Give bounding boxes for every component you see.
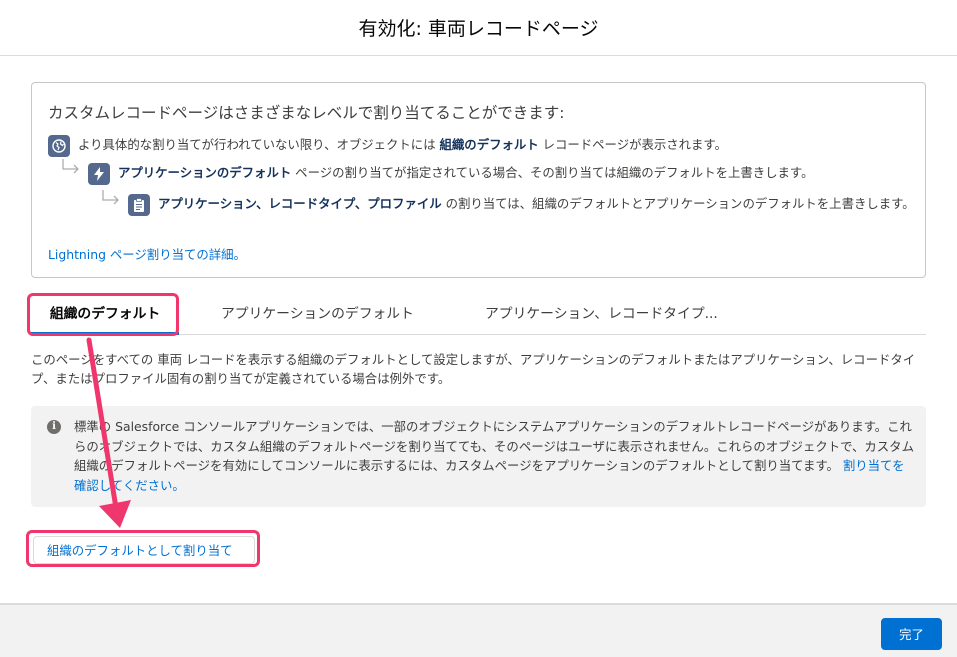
console-notice: i 標準の Salesforce コンソールアプリケーションでは、一部のオブジェ… — [31, 406, 926, 507]
globe-icon — [48, 135, 70, 157]
app-record-type-bold: アプリケーション、レコードタイプ、プロファイル — [158, 196, 442, 211]
lightning-assignment-detail-link[interactable]: Lightning ページ割り当ての詳細。 — [48, 245, 246, 263]
tab-app-record-type-profile[interactable]: アプリケーション、レコードタイプ... — [485, 295, 718, 335]
tab-org-default[interactable]: 組織のデフォルト — [31, 295, 179, 335]
org-default-bold: 組織のデフォルト — [439, 137, 539, 152]
org-default-row: より具体的な割り当てが行われていない限り、オブジェクトには 組織のデフォルト レ… — [48, 135, 908, 157]
assign-org-default-button[interactable]: 組織のデフォルトとして割り当て — [33, 536, 255, 564]
clipboard-icon — [128, 194, 150, 216]
app-default-bold: アプリケーションのデフォルト — [118, 165, 292, 180]
org-default-post: レコードページが表示されます。 — [538, 137, 727, 152]
assignment-tabs: 組織のデフォルト アプリケーションのデフォルト アプリケーション、レコードタイプ… — [31, 295, 926, 335]
app-record-type-post: の割り当ては、組織のデフォルトとアプリケーションのデフォルトを上書きします。 — [441, 196, 915, 211]
elbow-arrow-icon — [60, 159, 82, 177]
info-icon: i — [47, 420, 61, 434]
org-default-pre: より具体的な割り当てが行われていない限り、オブジェクトには — [78, 137, 440, 152]
modal-footer: 完了 — [0, 603, 957, 657]
org-default-description: このページをすべての 車両 レコードを表示する組織のデフォルトとして設定しますが… — [31, 352, 916, 386]
lightning-icon — [88, 163, 110, 185]
info-heading: カスタムレコードページはさまざまなレベルで割り当てることができます: — [48, 104, 565, 122]
done-button[interactable]: 完了 — [881, 618, 942, 650]
elbow-arrow-icon — [100, 190, 122, 208]
modal-title: 有効化: 車両レコードページ — [358, 18, 599, 40]
app-default-post: ページの割り当てが指定されている場合、その割り当ては組織のデフォルトを上書きしま… — [291, 165, 814, 180]
modal-header: 有効化: 車両レコードページ — [0, 0, 957, 56]
app-default-row: アプリケーションのデフォルト ページの割り当てが指定されている場合、その割り当て… — [60, 159, 920, 185]
app-record-type-row: アプリケーション、レコードタイプ、プロファイル の割り当ては、組織のデフォルトと… — [100, 190, 916, 216]
tab-app-default[interactable]: アプリケーションのデフォルト — [221, 295, 414, 335]
notice-text: 標準の Salesforce コンソールアプリケーションでは、一部のオブジェクト… — [74, 419, 914, 473]
assignment-info-box: カスタムレコードページはさまざまなレベルで割り当てることができます: より具体的… — [31, 82, 926, 278]
